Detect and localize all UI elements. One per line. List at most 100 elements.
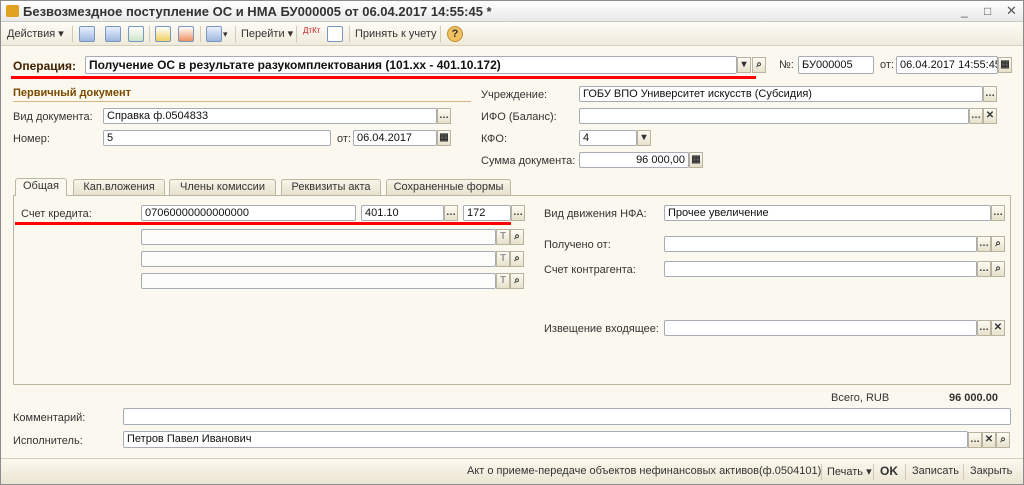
executor-field[interactable]: Петров Павел Иванович — [123, 431, 968, 448]
calendar-icon[interactable]: ▦ — [437, 130, 451, 146]
search-icon[interactable]: ⌕ — [510, 273, 524, 289]
credit-account-label: Счет кредита: — [21, 208, 92, 220]
operation-label: Операция: — [13, 59, 77, 73]
accept-button[interactable]: Принять к учету — [355, 26, 437, 42]
toolbar: Действия ▾ ▾ Перейти ▾ ДтКт Принять к уч… — [1, 22, 1023, 46]
received-from-label: Получено от: — [544, 239, 611, 251]
search-icon[interactable]: ⌕ — [991, 261, 1005, 277]
number-label: №: — [779, 59, 794, 71]
kosgu-field[interactable]: 172 — [463, 205, 511, 221]
close-button[interactable]: Закрыть — [970, 465, 1012, 477]
doc-number-field[interactable]: БУ000005 — [798, 56, 874, 74]
incoming-notice-field[interactable] — [664, 320, 977, 336]
analytics-field-3[interactable] — [141, 273, 496, 289]
analytics-field-2[interactable] — [141, 251, 496, 267]
based-on-dropdown[interactable]: ▾ — [223, 26, 228, 42]
report-icon[interactable] — [327, 26, 343, 42]
app-icon — [6, 5, 19, 17]
highlight-line — [15, 222, 511, 225]
select-button[interactable]: … — [977, 320, 991, 336]
executor-select-button[interactable]: … — [968, 432, 982, 448]
refresh-icon[interactable] — [105, 26, 121, 42]
bottom-bar: Акт о приеме-передаче объектов нефинансо… — [1, 458, 1023, 484]
post-icon[interactable] — [155, 26, 171, 42]
tab-capital-investments[interactable]: Кап.вложения — [73, 179, 165, 196]
credit-account-field[interactable]: 07060000000000000 — [141, 205, 356, 221]
doc-type-label: Вид документа: — [13, 111, 93, 123]
operation-search-button[interactable]: ⌕ — [752, 57, 766, 73]
primary-number-field[interactable]: 5 — [103, 130, 331, 146]
close-window-button[interactable]: ✕ — [1006, 3, 1017, 19]
goto-menu[interactable]: Перейти ▾ — [241, 26, 293, 42]
operation-dropdown-button[interactable]: ▾ — [737, 57, 751, 73]
search-icon[interactable]: ⌕ — [991, 236, 1005, 252]
executor-label: Исполнитель: — [13, 435, 83, 447]
subaccount-select-button[interactable]: … — [444, 205, 458, 221]
tab-saved-forms[interactable]: Сохраненные формы — [386, 179, 511, 196]
type-icon[interactable]: T — [496, 273, 510, 289]
search-icon[interactable]: ⌕ — [510, 251, 524, 267]
kfo-field[interactable]: 4 — [579, 130, 637, 146]
operation-field[interactable]: Получение ОС в результате разукомплектов… — [85, 56, 737, 74]
credit-subaccount-field[interactable]: 401.10 — [361, 205, 444, 221]
clear-icon[interactable]: ✕ — [983, 108, 997, 124]
ifo-field[interactable] — [579, 108, 969, 124]
sum-label: Сумма документа: — [481, 155, 576, 167]
highlight-line — [11, 76, 756, 79]
comment-label: Комментарий: — [13, 412, 86, 424]
minimize-button[interactable]: _ — [961, 4, 968, 18]
type-icon[interactable]: T — [496, 251, 510, 267]
tab-act-details[interactable]: Реквизиты акта — [281, 179, 381, 196]
search-icon[interactable]: ⌕ — [996, 432, 1010, 448]
analytics-field-1[interactable] — [141, 229, 496, 245]
tab-general[interactable]: Общая — [15, 178, 67, 196]
comment-field[interactable] — [123, 408, 1011, 425]
doc-type-select-button[interactable]: … — [437, 108, 451, 124]
calendar-icon[interactable]: ▦ — [998, 57, 1012, 73]
kfo-dropdown-button[interactable]: ▾ — [637, 130, 651, 146]
select-button[interactable]: … — [977, 261, 991, 277]
clear-icon[interactable]: ✕ — [991, 320, 1005, 336]
primary-date-field[interactable]: 06.04.2017 — [353, 130, 437, 146]
total-label: Всего, RUB — [831, 392, 890, 404]
institution-select-button[interactable]: … — [983, 86, 997, 102]
total-value: 96 000.00 — [949, 392, 998, 404]
sum-field[interactable]: 96 000,00 — [579, 152, 689, 168]
counterparty-account-label: Счет контрагента: — [544, 264, 636, 276]
maximize-button[interactable]: □ — [984, 4, 991, 18]
institution-field[interactable]: ГОБУ ВПО Университет искусств (Субсидия) — [579, 86, 983, 102]
title-bar: Безвозмездное поступление ОС и НМА БУ000… — [1, 1, 1023, 22]
document-window: Безвозмездное поступление ОС и НМА БУ000… — [0, 0, 1024, 485]
print-menu[interactable]: Печать ▾ — [827, 465, 872, 478]
save-button[interactable]: Записать — [912, 465, 959, 477]
ok-button[interactable]: OK — [880, 464, 898, 478]
number-label: Номер: — [13, 133, 50, 145]
doc-date-field[interactable]: 06.04.2017 14:55:45 — [896, 56, 998, 74]
nfa-select-button[interactable]: … — [991, 205, 1005, 221]
dt-kt-icon[interactable]: ДтКт — [303, 26, 320, 42]
act-print-button[interactable]: Акт о приеме-передаче объектов нефинансо… — [467, 465, 821, 477]
type-icon[interactable]: T — [496, 229, 510, 245]
unpost-icon[interactable] — [178, 26, 194, 42]
clear-icon[interactable]: ✕ — [982, 432, 996, 448]
help-icon[interactable]: ? — [447, 26, 463, 42]
copy-add-icon[interactable] — [128, 26, 144, 42]
window-title: Безвозмездное поступление ОС и НМА БУ000… — [23, 4, 492, 19]
ifo-select-button[interactable]: … — [969, 108, 983, 124]
counterparty-account-field[interactable] — [664, 261, 977, 277]
received-from-field[interactable] — [664, 236, 977, 252]
calculator-icon[interactable]: ▦ — [689, 152, 703, 168]
kosgu-select-button[interactable]: … — [511, 205, 525, 221]
doc-type-field[interactable]: Справка ф.0504833 — [103, 108, 437, 124]
select-button[interactable]: … — [977, 236, 991, 252]
kfo-label: КФО: — [481, 133, 508, 145]
nfa-movement-label: Вид движения НФА: — [544, 208, 647, 220]
date-label: от: — [880, 59, 894, 71]
save-close-icon[interactable] — [79, 26, 95, 42]
nfa-movement-field[interactable]: Прочее увеличение — [664, 205, 991, 221]
actions-menu[interactable]: Действия ▾ — [7, 26, 64, 42]
tab-commission[interactable]: Члены комиссии — [169, 179, 276, 196]
primary-date-label: от: — [337, 133, 351, 145]
based-on-icon[interactable] — [206, 26, 222, 42]
search-icon[interactable]: ⌕ — [510, 229, 524, 245]
